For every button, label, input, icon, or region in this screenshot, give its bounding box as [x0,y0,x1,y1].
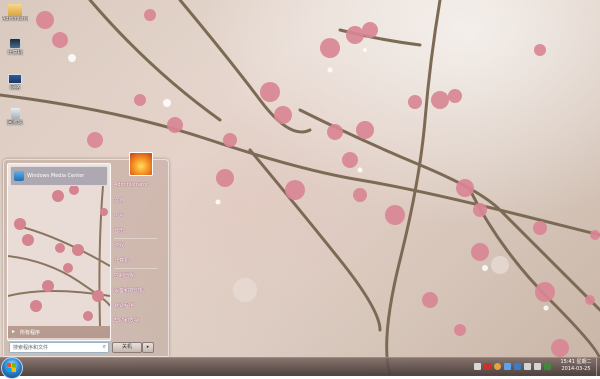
app-tray-icon[interactable] [494,363,501,370]
desktop-icon-user-folder[interactable]: Administrator [2,4,28,22]
desktop-icon-label: Administrator [2,16,28,22]
app-tray-icon[interactable] [514,363,521,370]
language-bar-icon[interactable] [474,363,481,370]
menu-item-user-folder[interactable]: Administrator [114,182,148,188]
clock-time: 15:41 星期二 [560,359,592,365]
menu-separator [114,268,158,269]
user-picture-avatar[interactable] [129,152,153,176]
clock-date: 2014-03-25 [561,366,591,372]
computer-icon [9,38,21,49]
start-menu-places-pane: Administrator 文档 图片 音乐 游戏 计算机 控制面板 设备和打印… [112,152,168,356]
user-folder-icon [8,4,22,16]
search-icon[interactable]: ⌕ [103,343,106,351]
pinned-program-label: Windows Media Center [27,173,85,179]
start-search-input[interactable] [10,343,93,352]
start-search-box[interactable]: ⌕ [9,342,109,353]
menu-item-default-programs[interactable]: 默认程序 [114,302,134,309]
menu-item-pictures[interactable]: 图片 [114,212,124,219]
desktop-icon-label: 回收站 [7,120,23,126]
action-center-icon[interactable] [544,363,551,370]
desktop-icon-label: 计算机 [7,50,23,56]
pinned-program-item[interactable]: Windows Media Center [10,166,108,186]
programs-pane-background [8,186,110,326]
menu-item-help-support[interactable]: 帮助和支持 [114,317,139,324]
start-menu: Windows Media Center ▸ 所有程序 搜索程序和文件 ⌕ Ad… [3,152,169,357]
all-programs-label: 所有程序 [20,330,41,336]
menu-item-games[interactable]: 游戏 [114,242,124,249]
menu-item-devices-printers[interactable]: 设备和打印机 [114,287,144,294]
desktop-icon-label: 网络 [9,85,20,91]
taskbar-clock[interactable]: 15:41 星期二 2014-03-25 [556,359,596,373]
app-tray-icon[interactable] [484,363,491,370]
menu-item-music[interactable]: 音乐 [114,227,124,234]
start-menu-programs-pane: Windows Media Center ▸ 所有程序 [7,163,111,341]
shutdown-button[interactable]: 关机 [112,342,142,353]
notification-area [472,361,552,373]
app-tray-icon[interactable] [504,363,511,370]
start-button[interactable] [1,357,23,379]
menu-item-documents[interactable]: 文档 [114,197,124,204]
network-icon [8,74,22,84]
show-desktop-button[interactable] [596,358,600,376]
taskbar: 15:41 星期二 2014-03-25 [0,357,600,379]
network-status-icon[interactable] [524,363,531,370]
media-center-icon [14,171,24,181]
desktop-icon-recycle-bin[interactable]: 回收站 [2,108,28,126]
arrow-right-icon: ▸ [12,328,16,335]
all-programs-button[interactable]: ▸ 所有程序 [8,326,110,338]
shutdown-options-button[interactable]: ▸ [142,342,154,353]
volume-icon[interactable] [534,363,541,370]
recycle-bin-icon [10,108,20,119]
shutdown-group: 关机 ▸ [112,342,154,353]
desktop-icon-network[interactable]: 网络 [2,74,28,91]
menu-item-computer[interactable]: 计算机 [114,257,129,264]
windows-logo-icon [7,363,16,372]
menu-item-control-panel[interactable]: 控制面板 [114,272,134,279]
menu-separator [114,238,158,239]
desktop-icon-computer[interactable]: 计算机 [2,38,28,56]
